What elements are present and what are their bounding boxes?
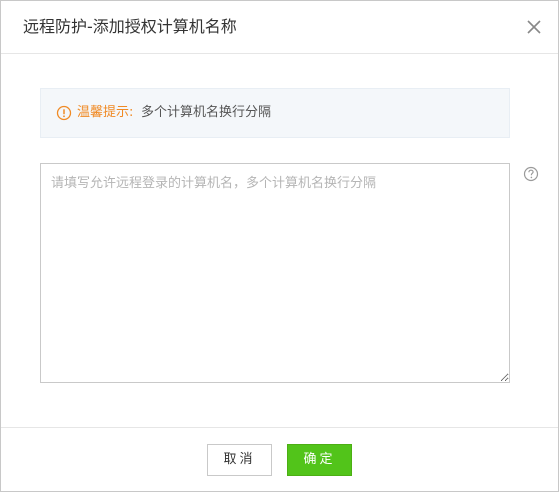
computer-names-input[interactable] (40, 163, 510, 383)
tip-prefix: 温馨提示: (77, 105, 134, 120)
tip-banner: 温馨提示: 多个计算机名换行分隔 (40, 88, 510, 138)
tip-text: 多个计算机名换行分隔 (141, 105, 272, 120)
question-circle-icon[interactable] (523, 166, 539, 182)
cancel-button[interactable]: 取消 (207, 444, 272, 476)
dialog-header: 远程防护-添加授权计算机名称 (1, 1, 558, 54)
dialog-title: 远程防护-添加授权计算机名称 (23, 17, 237, 36)
close-icon[interactable] (526, 19, 542, 35)
ok-button[interactable]: 确定 (287, 444, 352, 476)
warning-circle-icon (56, 105, 72, 121)
dialog-footer: 取消 确定 (1, 427, 558, 492)
dialog: 远程防护-添加授权计算机名称 温馨提示: 多个计算机名换行分隔 取消 (0, 0, 559, 492)
